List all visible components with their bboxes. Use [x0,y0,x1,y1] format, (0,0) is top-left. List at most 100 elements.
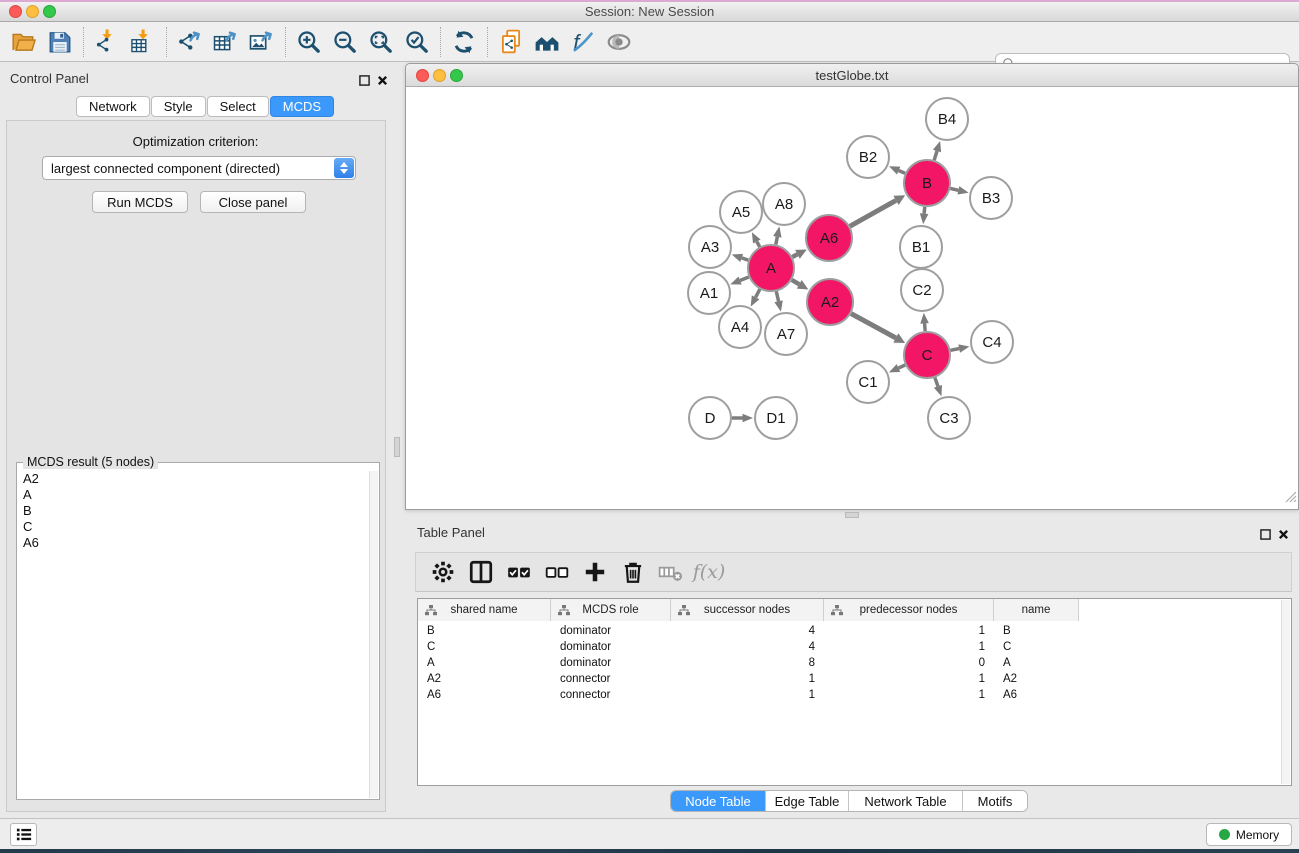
column-header-shared-name[interactable]: shared name [418,599,551,621]
control-panel-float-icon[interactable] [359,73,370,91]
table-cell[interactable]: 0 [824,655,994,671]
run-mcds-button[interactable]: Run MCDS [92,191,188,213]
open-session-icon[interactable] [6,25,42,59]
tab-edge-table[interactable]: Edge Table [766,791,849,811]
table-cell[interactable]: 1 [671,671,824,687]
table-cell[interactable]: 4 [671,639,824,655]
table-cell[interactable]: 1 [824,671,994,687]
table-cell[interactable]: A [994,655,1079,671]
table-cell[interactable]: 1 [824,623,994,639]
table-row[interactable]: Adominator80A [418,655,1281,671]
edge-C-C4[interactable] [951,349,960,351]
zoom-in-icon[interactable] [291,25,327,59]
table-cell[interactable]: C [418,639,551,655]
table-cell[interactable]: dominator [551,655,671,671]
table-cell[interactable]: A6 [994,687,1079,703]
resize-grip-icon[interactable] [1284,490,1297,508]
control-panel-close-icon[interactable] [377,73,388,91]
table-panel-close-icon[interactable] [1278,527,1289,545]
edge-A-A3[interactable] [742,258,749,260]
close-panel-button[interactable]: Close panel [200,191,306,213]
import-table-icon[interactable] [125,25,161,59]
table-cell[interactable]: 1 [671,687,824,703]
tab-style[interactable]: Style [151,96,206,117]
table-row[interactable]: Cdominator41C [418,639,1281,655]
save-session-icon[interactable] [42,25,78,59]
zoom-out-icon[interactable] [327,25,363,59]
mcds-result-item[interactable]: B [18,503,366,519]
edge-B-B1[interactable] [924,207,925,214]
network-canvas[interactable]: B4B2BB3A5A8A6A3B1AA1C2A2A4A7C4CC1C3DD1 [406,87,1298,509]
tab-motifs[interactable]: Motifs [963,791,1027,811]
zoom-selected-icon[interactable] [399,25,435,59]
table-cell[interactable]: 8 [671,655,824,671]
show-hide-panels-icon[interactable] [601,25,637,59]
edge-A-A6[interactable] [792,254,797,257]
edge-A-A4[interactable] [756,289,760,297]
settings-icon[interactable] [424,555,462,589]
export-table-icon[interactable] [208,25,244,59]
new-network-from-selection-icon[interactable] [493,25,529,59]
table-cell[interactable]: A [418,655,551,671]
delete-row-icon[interactable] [614,555,652,589]
table-cell[interactable]: C [994,639,1079,655]
edge-A6-B[interactable] [850,200,896,226]
edge-B-B3[interactable] [950,188,958,190]
deselect-all-icon[interactable] [538,555,576,589]
tab-node-table[interactable]: Node Table [671,791,766,811]
edge-A-A8[interactable] [776,237,778,245]
import-network-icon[interactable] [89,25,125,59]
edge-B-B2[interactable] [899,171,905,174]
table-cell[interactable]: dominator [551,639,671,655]
select-all-icon[interactable] [500,555,538,589]
refresh-layout-icon[interactable] [446,25,482,59]
mcds-result-item[interactable]: A2 [18,471,366,487]
tab-network-table[interactable]: Network Table [849,791,963,811]
table-row[interactable]: Bdominator41B [418,623,1281,639]
tab-select[interactable]: Select [207,96,269,117]
table-cell[interactable]: A2 [994,671,1079,687]
welcome-screen-icon[interactable] [529,25,565,59]
column-header-MCDS-role[interactable]: MCDS role [551,599,671,621]
mcds-result-item[interactable]: A [18,487,366,503]
split-view-icon[interactable] [462,555,500,589]
mcds-result-scrollbar[interactable] [369,471,378,798]
table-scrollbar[interactable] [1281,600,1290,784]
table-cell[interactable]: A2 [418,671,551,687]
toggle-graphics-details-icon[interactable]: f [565,25,601,59]
table-cell[interactable]: dominator [551,623,671,639]
table-cell[interactable]: 1 [824,687,994,703]
table-cell[interactable]: A6 [418,687,551,703]
edge-A-A1[interactable] [740,277,749,280]
zoom-fit-icon[interactable] [363,25,399,59]
column-header-name[interactable]: name [994,599,1079,621]
network-window-titlebar[interactable]: testGlobe.txt [406,64,1298,87]
edge-C-C2[interactable] [925,323,926,331]
table-cell[interactable]: connector [551,671,671,687]
tab-network[interactable]: Network [76,96,150,117]
memory-button[interactable]: Memory [1206,823,1292,846]
vertical-splitter-handle[interactable] [394,437,400,457]
mcds-result-item[interactable]: C [18,519,366,535]
edge-A-A7[interactable] [776,291,778,301]
table-cell[interactable]: B [994,623,1079,639]
edge-A-A2[interactable] [792,280,799,284]
edge-A-A5[interactable] [757,242,760,247]
column-header-successor-nodes[interactable]: successor nodes [671,599,824,621]
table-cell[interactable]: 1 [824,639,994,655]
task-history-button[interactable] [10,823,37,846]
table-cell[interactable]: B [418,623,551,639]
edge-B-B4[interactable] [934,151,937,160]
table-row[interactable]: A2connector11A2 [418,671,1281,687]
horizontal-splitter-handle[interactable] [845,512,859,518]
export-network-icon[interactable] [172,25,208,59]
tab-mcds[interactable]: MCDS [270,96,334,117]
mcds-result-item[interactable]: A6 [18,535,366,551]
add-row-icon[interactable] [576,555,614,589]
edge-A2-C[interactable] [851,314,896,338]
edge-C-C1[interactable] [898,365,905,368]
column-header-predecessor-nodes[interactable]: predecessor nodes [824,599,994,621]
optimization-criterion-dropdown[interactable]: largest connected component (directed) [42,156,356,180]
edge-C-C3[interactable] [935,378,938,387]
table-cell[interactable]: 4 [671,623,824,639]
